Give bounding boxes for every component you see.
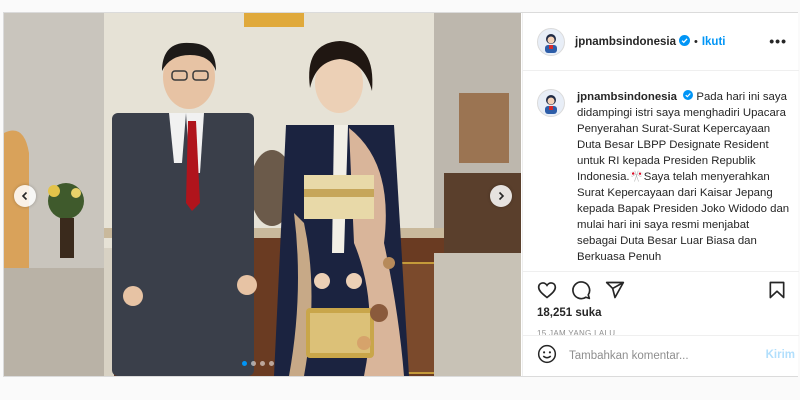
emoji-icon xyxy=(537,344,557,363)
comment-icon xyxy=(572,281,591,300)
comment-input[interactable] xyxy=(569,350,739,362)
share-icon xyxy=(605,281,625,299)
carousel-dot xyxy=(242,361,247,366)
profile-avatar-icon xyxy=(545,95,557,114)
page: jpnambsindonesia • Ikuti ••• jpnambsindo… xyxy=(0,0,800,400)
instagram-post: jpnambsindonesia • Ikuti ••• jpnambsindo… xyxy=(3,12,799,377)
share-button[interactable] xyxy=(605,280,625,305)
carousel-dot xyxy=(260,361,265,366)
separator-dot: • xyxy=(693,35,698,48)
bookmark-icon xyxy=(769,281,785,299)
profile-avatar-icon xyxy=(545,33,557,53)
emoji-button[interactable] xyxy=(537,344,557,369)
username-link[interactable]: jpnambsindonesia xyxy=(575,36,676,48)
avatar[interactable] xyxy=(537,27,565,56)
caption-username[interactable]: jpnambsindonesia xyxy=(577,91,677,103)
comment-bar: Kirim xyxy=(523,335,799,376)
photo-illustration xyxy=(4,13,521,376)
carousel-next-button[interactable] xyxy=(490,185,512,207)
caption-text: Pada hari ini saya didampingi istri saya… xyxy=(577,91,790,264)
chevron-left-icon xyxy=(21,191,28,201)
comment-button[interactable] xyxy=(571,280,591,305)
carousel-dot xyxy=(251,361,256,366)
carousel-indicator xyxy=(242,361,274,366)
carousel-dot xyxy=(269,361,274,366)
post-side-panel: jpnambsindonesia • Ikuti ••• jpnambsindo… xyxy=(522,13,799,376)
more-options-button[interactable]: ••• xyxy=(769,33,787,49)
save-button[interactable] xyxy=(767,280,787,305)
post-photo[interactable] xyxy=(4,13,521,376)
verified-badge-icon xyxy=(678,33,690,51)
post-comment-button[interactable]: Kirim xyxy=(766,349,795,361)
avatar[interactable] xyxy=(537,89,565,117)
post-header: jpnambsindonesia • Ikuti ••• xyxy=(523,13,799,71)
caption-body: jpnambsindonesia Pada hari ini saya dida… xyxy=(577,89,791,271)
carousel-prev-button[interactable] xyxy=(14,185,36,207)
like-count[interactable]: 18,251 suka xyxy=(537,307,602,319)
chevron-right-icon xyxy=(498,191,505,201)
heart-icon xyxy=(537,282,557,299)
action-icons xyxy=(537,280,625,305)
post-caption: jpnambsindonesia Pada hari ini saya dida… xyxy=(537,89,793,271)
verified-badge-icon xyxy=(683,89,694,105)
like-button[interactable] xyxy=(537,280,557,305)
follow-button[interactable]: Ikuti xyxy=(702,36,726,48)
